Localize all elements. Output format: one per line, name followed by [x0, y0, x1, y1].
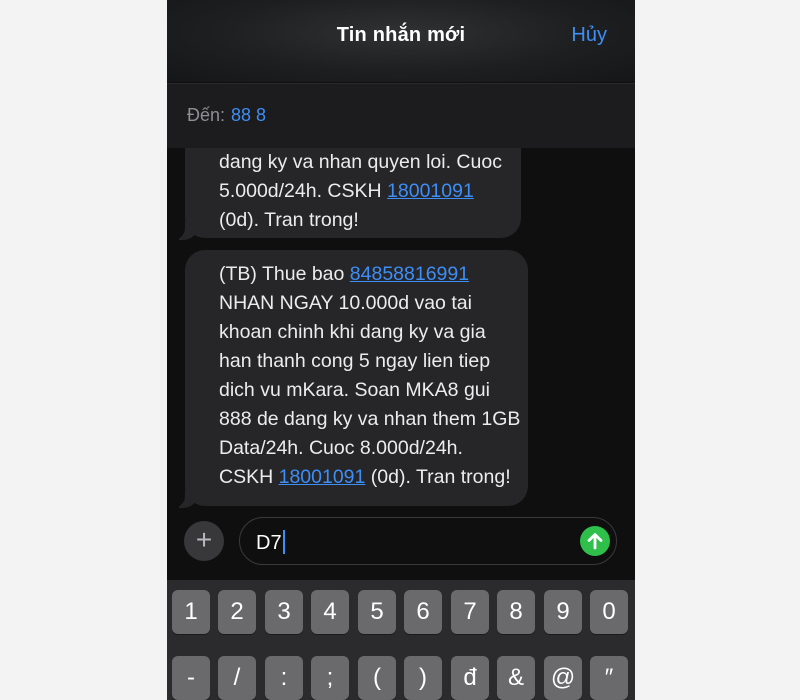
- cancel-button[interactable]: Hủy: [571, 24, 607, 47]
- key-colon[interactable]: :: [265, 656, 303, 700]
- key-4[interactable]: 4: [311, 590, 349, 634]
- phone-link[interactable]: 84858816991: [350, 263, 469, 285]
- message-line: 5.000d/24h. CSKH 18001091: [219, 180, 474, 202]
- message-line: 888 de dang ky va nhan them 1GB: [219, 408, 521, 430]
- send-button[interactable]: [580, 526, 610, 556]
- compose-bar: + D7: [167, 508, 635, 580]
- key-dong[interactable]: đ: [451, 656, 489, 700]
- key-6[interactable]: 6: [404, 590, 442, 634]
- key-8[interactable]: 8: [497, 590, 535, 634]
- message-line: NHAN NGAY 10.000d vao tai: [219, 292, 472, 314]
- key-3[interactable]: 3: [265, 590, 303, 634]
- key-slash[interactable]: /: [218, 656, 256, 700]
- message-line: (TB) Thue bao 84858816991: [219, 263, 470, 285]
- plus-icon: +: [195, 524, 213, 555]
- text-caret: [282, 530, 285, 554]
- phone-link[interactable]: 18001091: [279, 466, 366, 488]
- key-minus[interactable]: -: [172, 656, 210, 700]
- page-title: Tin nhắn mới: [336, 24, 466, 46]
- phone-screen: Tin nhắn mới Hủy Đến: 88 8 dang ky va nh…: [167, 0, 635, 700]
- key-quote[interactable]: ″: [590, 656, 628, 700]
- message-line: han thanh cong 5 ngay lien tiep: [219, 350, 491, 372]
- key-1[interactable]: 1: [172, 590, 210, 634]
- key-open-paren[interactable]: (: [358, 656, 396, 700]
- arrow-up-icon: [587, 533, 603, 550]
- phone-link[interactable]: 18001091: [387, 180, 474, 202]
- message-line: (0d). Tran trong!: [219, 209, 359, 231]
- message-line: Data/24h. Cuoc 8.000d/24h.: [219, 437, 463, 459]
- key-semicolon[interactable]: ;: [311, 656, 349, 700]
- recipient-value[interactable]: 88 8: [231, 105, 266, 126]
- navigation-header: Tin nhắn mới Hủy: [167, 0, 635, 82]
- message-input-text: D7: [256, 530, 285, 555]
- key-0[interactable]: 0: [590, 590, 628, 634]
- recipient-label: Đến:: [187, 105, 226, 125]
- key-at[interactable]: @: [544, 656, 582, 700]
- recipient-row[interactable]: Đến: 88 8: [167, 83, 635, 149]
- message-line: dich vu mKara. Soan MKA8 gui: [219, 379, 490, 401]
- message-line: khoan chinh khi dang ky va gia: [219, 321, 486, 343]
- key-2[interactable]: 2: [218, 590, 256, 634]
- plus-button[interactable]: +: [184, 521, 224, 561]
- key-ampersand[interactable]: &: [497, 656, 535, 700]
- key-9[interactable]: 9: [544, 590, 582, 634]
- message-bubble[interactable]: (TB) Thue bao 84858816991 NHAN NGAY 10.0…: [171, 250, 528, 508]
- key-close-paren[interactable]: ): [404, 656, 442, 700]
- message-input[interactable]: D7: [239, 517, 617, 565]
- message-line: CSKH 18001091 (0d). Tran trong!: [219, 466, 511, 488]
- key-7[interactable]: 7: [451, 590, 489, 634]
- message-line: dang ky va nhan quyen loi. Cuoc: [219, 151, 502, 173]
- numeric-keyboard: 1 2 3 4 5 6 7 8 9 0 - / : ; ( ) đ & @ ″: [167, 580, 635, 700]
- message-thread[interactable]: dang ky va nhan quyen loi. Cuoc 5.000d/2…: [167, 148, 635, 508]
- message-bubble[interactable]: dang ky va nhan quyen loi. Cuoc 5.000d/2…: [171, 148, 521, 240]
- key-5[interactable]: 5: [358, 590, 396, 634]
